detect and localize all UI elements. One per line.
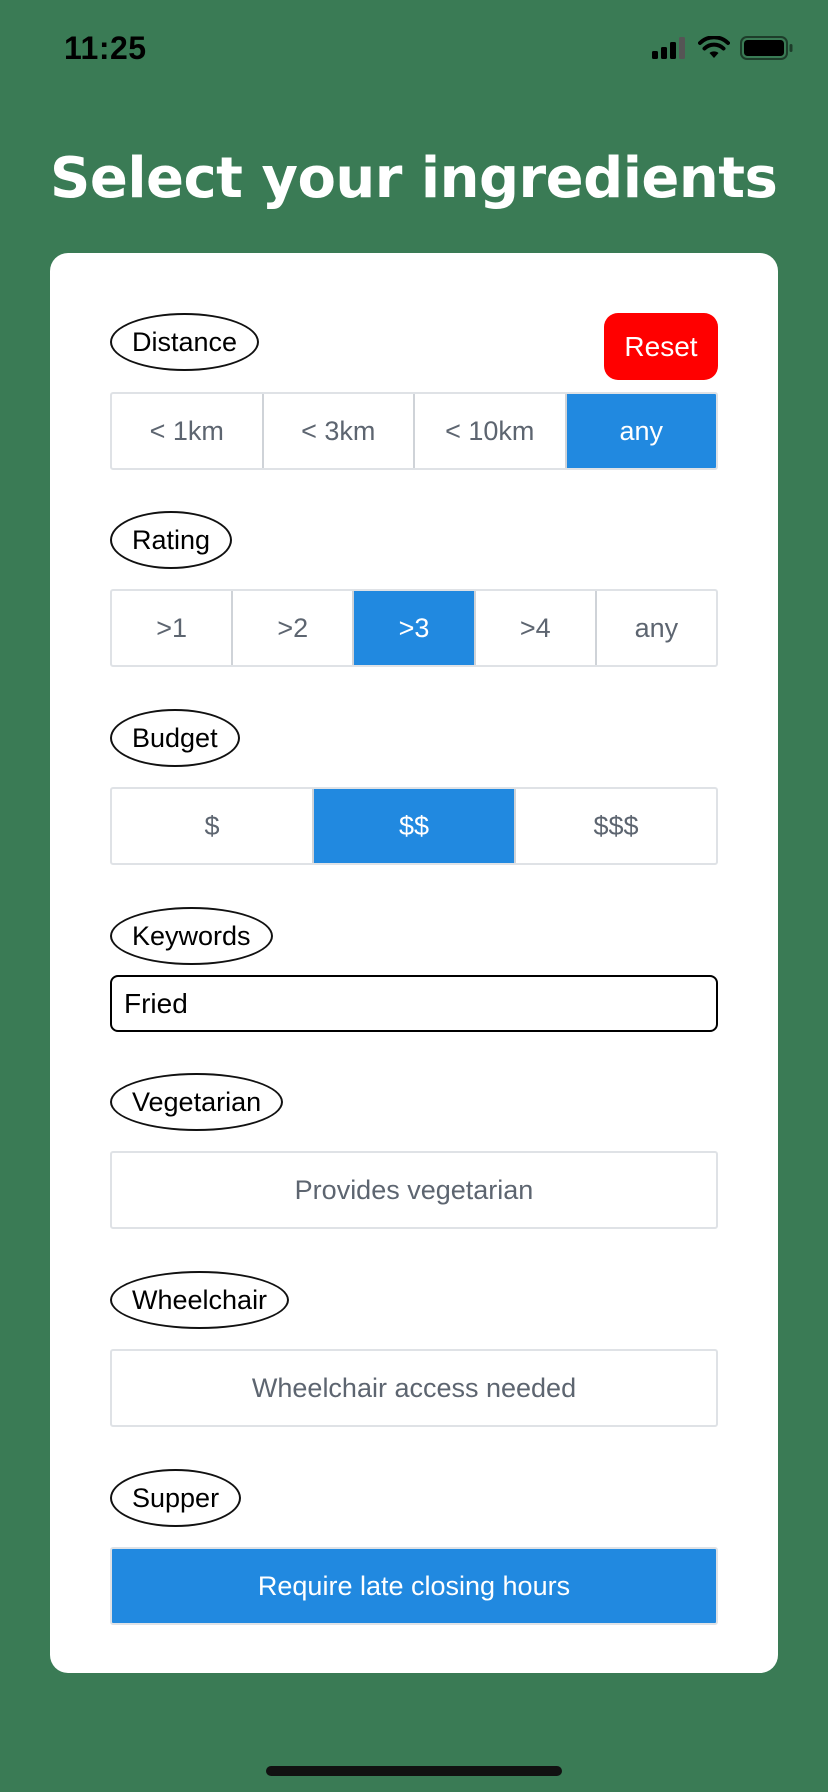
rating-option-3[interactable]: >3 [354,591,476,665]
budget-option-high[interactable]: $$$ [516,789,716,863]
rating-label: Rating [110,511,233,569]
distance-option-3km[interactable]: < 3km [264,394,415,468]
budget-option-mid[interactable]: $$ [314,789,516,863]
supper-toggle-button[interactable]: Require late closing hours [110,1547,718,1625]
distance-option-any[interactable]: any [566,394,716,468]
battery-icon [740,36,794,65]
rating-option-1[interactable]: >1 [112,591,234,665]
signal-icon [652,37,688,64]
keywords-label: Keywords [110,907,273,965]
rating-option-4[interactable]: >4 [476,591,597,665]
rating-option-any[interactable]: any [597,591,716,665]
wifi-icon [698,35,730,65]
distance-label: Distance [110,313,260,371]
budget-segmented-control: $ $$ $$$ [110,787,718,865]
distance-segmented-control: < 1km < 3km < 10km any [110,392,718,470]
reset-button[interactable]: Reset [604,313,718,380]
vegetarian-toggle-button[interactable]: Provides vegetarian [110,1151,718,1229]
rating-option-2[interactable]: >2 [233,591,355,665]
keywords-input[interactable]: Fried [110,975,718,1032]
budget-label: Budget [110,709,240,767]
distance-option-10km[interactable]: < 10km [415,394,567,468]
supper-label: Supper [110,1469,242,1527]
budget-option-low[interactable]: $ [112,789,314,863]
status-time: 11:25 [64,30,147,66]
home-indicator [266,1766,562,1776]
page-title: Select your ingredients [50,146,778,211]
rating-segmented-control: >1 >2 >3 >4 any [110,589,718,667]
wheelchair-toggle-button[interactable]: Wheelchair access needed [110,1349,718,1427]
status-icons [652,35,794,65]
distance-option-1km[interactable]: < 1km [112,394,264,468]
vegetarian-label: Vegetarian [110,1073,284,1131]
wheelchair-label: Wheelchair [110,1271,290,1329]
